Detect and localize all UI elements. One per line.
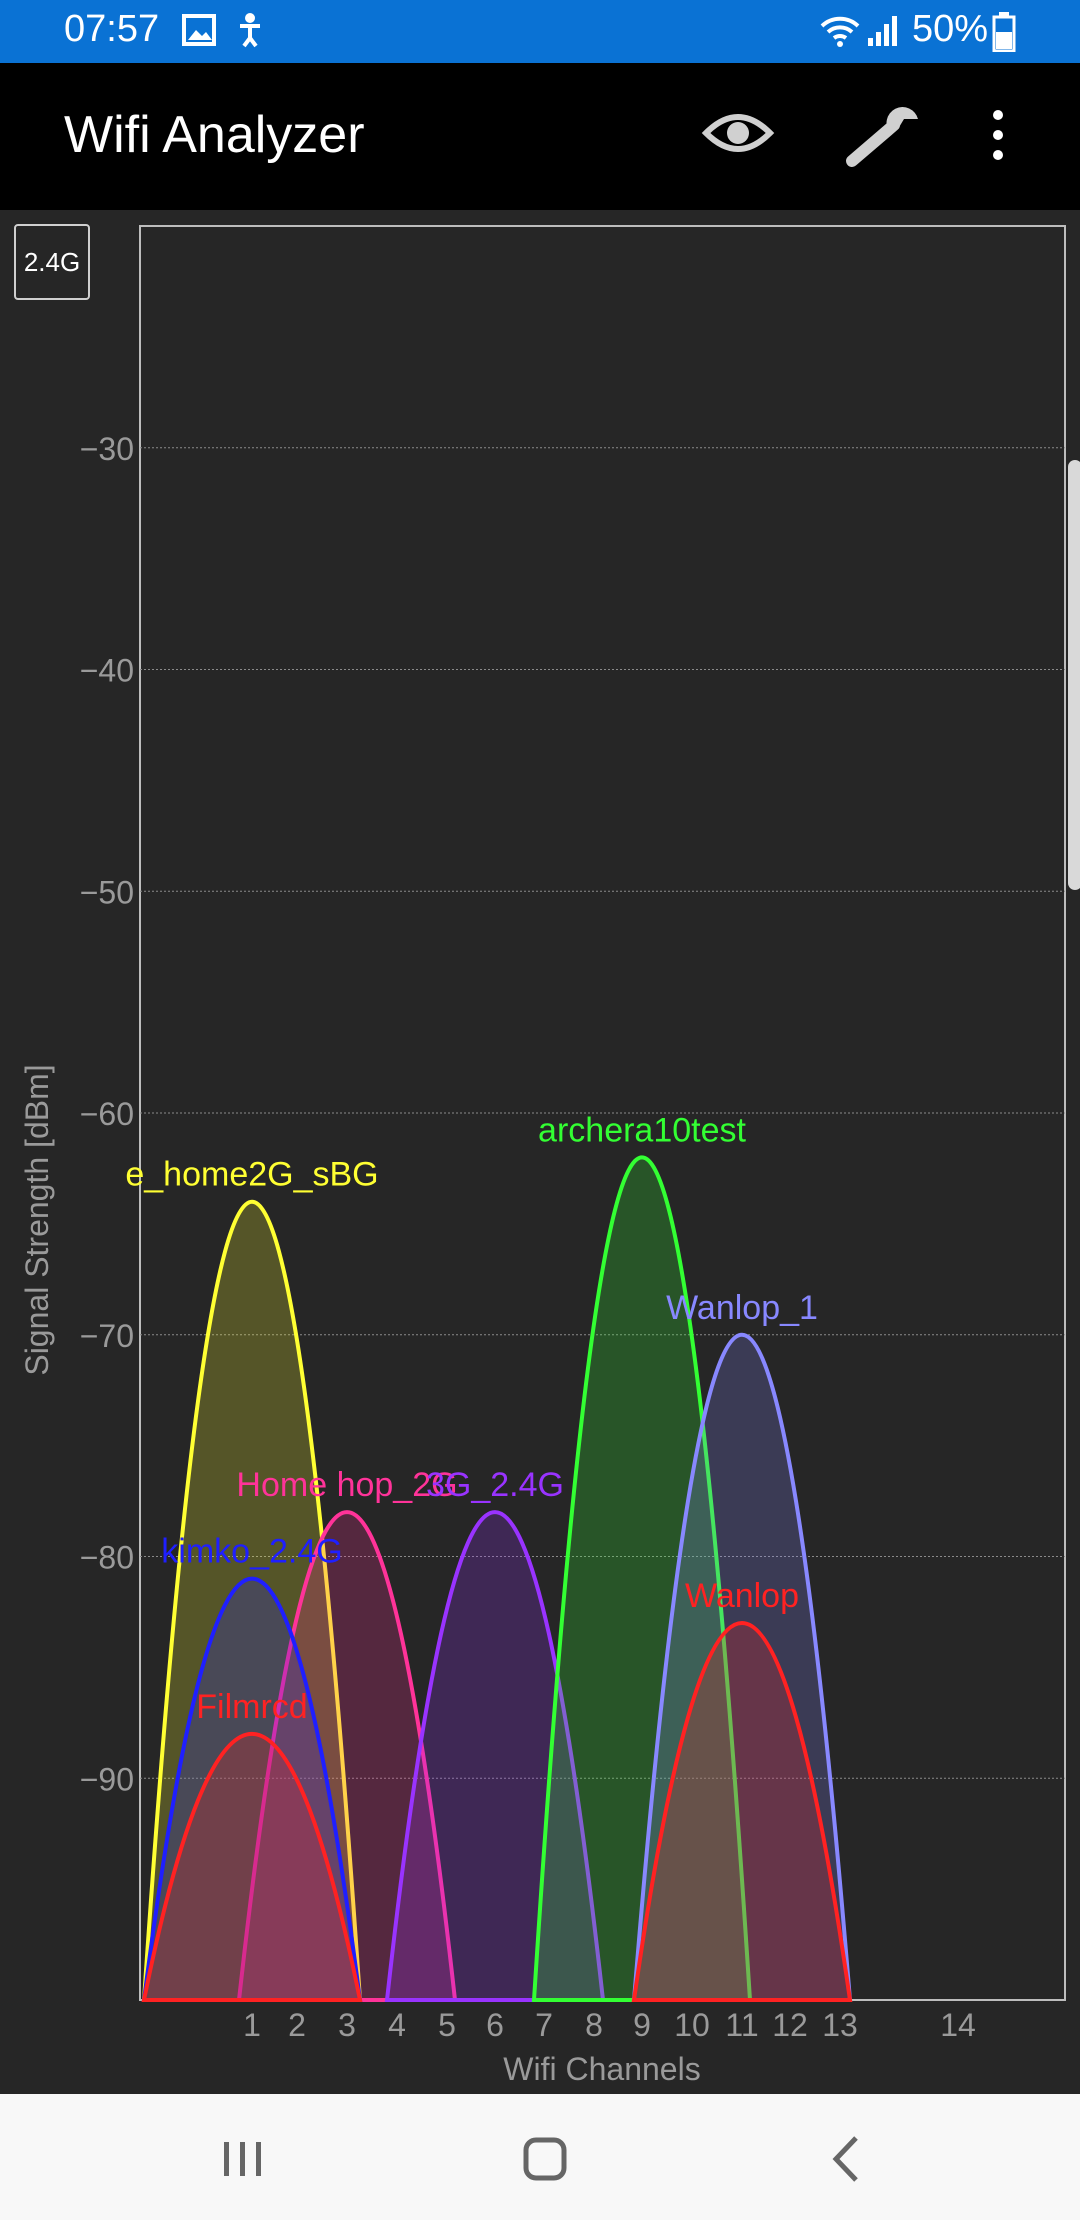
x-tick-label: 9 [633,2007,651,2043]
overflow-menu-icon[interactable] [986,107,1010,163]
app-title: Wifi Analyzer [64,106,365,164]
home-icon[interactable] [510,2124,580,2194]
scroll-handle[interactable] [1068,460,1080,890]
status-time: 07:57 [64,8,160,50]
network-label: archera10test [538,1111,746,1149]
network-label: Filmrcd [196,1688,307,1726]
back-icon[interactable] [812,2124,882,2194]
recent-apps-icon[interactable] [208,2124,278,2194]
y-tick-label: −50 [80,874,134,910]
x-tick-label: 13 [822,2007,858,2043]
network-label: kimko_2.4G [161,1533,342,1571]
x-tick-label: 5 [438,2007,456,2043]
y-tick-label: −70 [80,1318,134,1354]
x-axis-label: Wifi Channels [503,2051,700,2087]
network-label: Wanlop_1 [666,1289,818,1327]
x-tick-label: 12 [772,2007,808,2043]
x-tick-label: 1 [243,2007,261,2043]
y-tick-label: −60 [80,1096,134,1132]
signal-icon [868,16,897,46]
gallery-icon [182,14,216,46]
battery-icon [992,12,1016,52]
x-tick-label: 3 [338,2007,356,2043]
app-bar: Wifi Analyzer [0,63,1080,210]
y-tick-label: −80 [80,1540,134,1576]
network-label: Home hop_2G [236,1466,457,1504]
y-tick-label: −30 [80,431,134,467]
accessibility-icon [240,13,260,48]
status-bar: 07:57 50% [0,0,1080,63]
x-tick-label: 14 [940,2007,976,2043]
x-tick-label: 10 [674,2007,710,2043]
battery-percent: 50% [912,8,989,50]
wrench-icon[interactable] [844,103,924,171]
network-label: e_home2G_sBG [125,1156,378,1194]
eye-icon[interactable] [700,107,776,159]
navigation-bar [0,2094,1080,2220]
network-label: 3G_2.4G [426,1466,564,1504]
wifi-icon [820,16,860,47]
x-tick-label: 6 [486,2007,504,2043]
signal-chart: −30−40−50−60−70−80−90 1 2 3 4 5 6 7 8 9 10 11 12 13 1… [19,225,1066,2087]
y-axis-label: Signal Strength [dBm] [19,1064,55,1375]
x-tick-label: 8 [585,2007,603,2043]
x-tick-label: 11 [725,2007,758,2043]
x-tick-label: 4 [388,2007,406,2043]
network-label: Wanlop [685,1577,799,1615]
y-tick-label: −90 [80,1761,134,1797]
x-tick-label: 2 [288,2007,306,2043]
x-tick-label: 7 [535,2007,553,2043]
y-tick-label: −40 [80,653,134,689]
